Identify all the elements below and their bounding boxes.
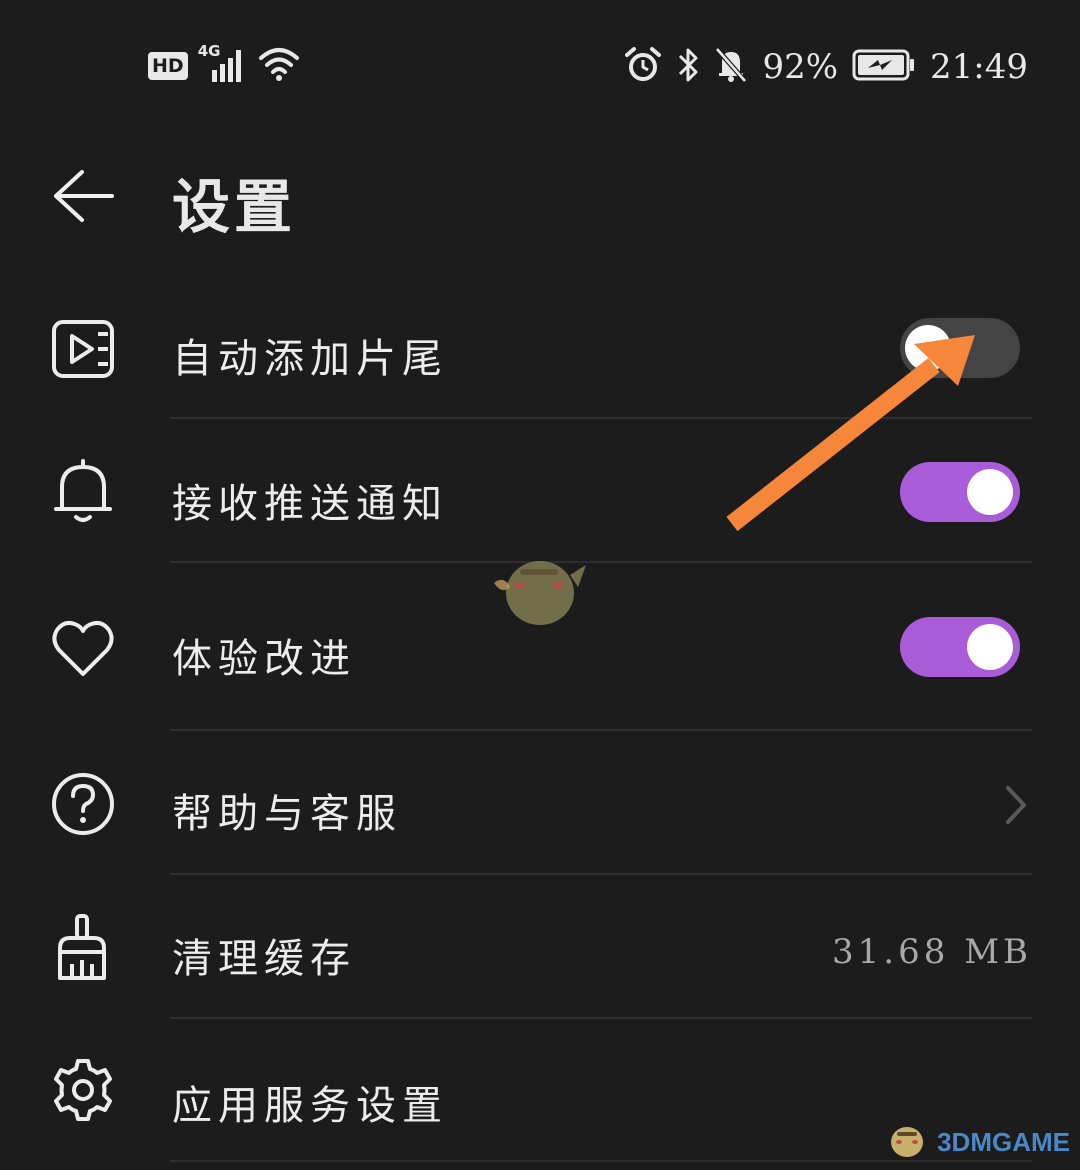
watermark-text: 3DMGAME <box>937 1126 1070 1157</box>
divider <box>170 1017 1032 1019</box>
watermark: 3DMGAME <box>885 1120 1070 1164</box>
divider <box>170 417 1032 419</box>
mascot-watermark <box>490 545 590 630</box>
improve-toggle[interactable] <box>900 617 1020 677</box>
clock: 21:49 <box>930 47 1028 87</box>
wifi-icon <box>258 46 300 86</box>
broom-icon <box>50 912 116 980</box>
mascot-logo-icon <box>885 1120 931 1164</box>
bell-icon <box>50 457 116 523</box>
mute-icon <box>714 46 748 88</box>
gear-icon <box>50 1057 116 1123</box>
heart-icon <box>50 616 116 682</box>
alarm-icon <box>624 46 662 88</box>
hd-badge: HD <box>148 52 188 80</box>
battery-percent: 92% <box>762 47 839 87</box>
setting-label: 体验改进 <box>172 636 356 682</box>
app-header: 设置 <box>0 150 1080 250</box>
signal-icon: 4G <box>198 42 248 84</box>
back-arrow-icon[interactable] <box>52 168 116 224</box>
auto-end-toggle[interactable] <box>900 318 1020 378</box>
setting-label: 自动添加片尾 <box>172 336 448 382</box>
page-title: 设置 <box>172 173 297 241</box>
divider <box>170 561 1032 563</box>
battery-charging-icon <box>852 48 916 86</box>
status-right: 92% 21:49 <box>624 46 1028 88</box>
cache-size-value: 31.68 MB <box>832 932 1032 972</box>
chevron-right-icon <box>998 782 1032 828</box>
video-icon <box>50 316 116 382</box>
network-type: 4G <box>197 42 221 60</box>
toggle-knob <box>967 469 1013 515</box>
setting-row-auto-end[interactable]: 自动添加片尾 <box>0 310 1080 420</box>
toggle-knob <box>967 624 1013 670</box>
divider <box>170 729 1032 731</box>
setting-row-cache[interactable]: 清理缓存 31.68 MB <box>0 910 1080 1020</box>
help-icon <box>50 771 116 837</box>
setting-label: 应用服务设置 <box>172 1083 448 1129</box>
toggle-knob <box>905 325 951 371</box>
status-bar: HD 4G 92% 21:49 <box>0 0 1080 130</box>
push-toggle[interactable] <box>900 462 1020 522</box>
setting-label: 帮助与客服 <box>172 791 402 837</box>
divider <box>170 873 1032 875</box>
setting-label: 接收推送通知 <box>172 481 448 527</box>
bluetooth-icon <box>676 46 700 88</box>
setting-row-help[interactable]: 帮助与客服 <box>0 765 1080 875</box>
status-left: HD 4G <box>148 42 300 86</box>
setting-label: 清理缓存 <box>172 936 356 982</box>
